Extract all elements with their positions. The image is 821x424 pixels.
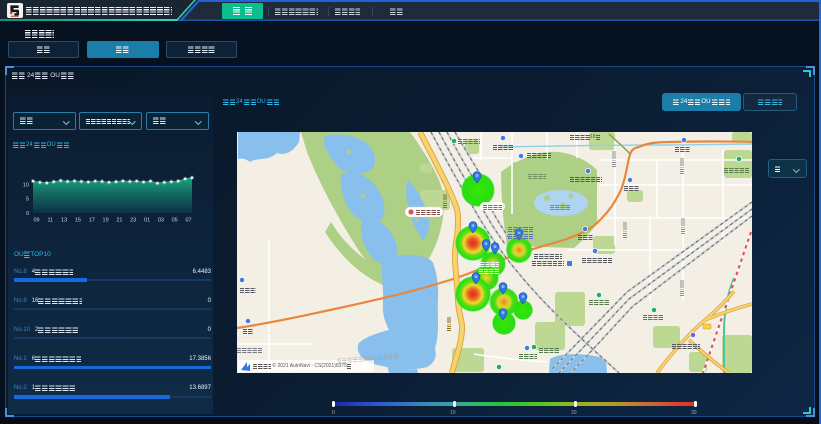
svg-text:21: 21 [116,218,122,224]
svg-text:19: 19 [103,218,109,224]
svg-text:03: 03 [158,218,164,224]
svg-text:11: 11 [47,218,53,224]
svg-text:17: 17 [89,218,95,224]
svg-text:13: 13 [61,218,67,224]
svg-text:05: 05 [172,218,178,224]
svg-text:01: 01 [144,218,150,224]
svg-text:09: 09 [33,218,39,224]
svg-text:0: 0 [26,211,29,217]
svg-text:15: 15 [75,218,81,224]
svg-text:10: 10 [23,182,29,188]
svg-text:07: 07 [185,218,191,224]
svg-text:23: 23 [130,218,136,224]
svg-text:5: 5 [26,197,29,203]
